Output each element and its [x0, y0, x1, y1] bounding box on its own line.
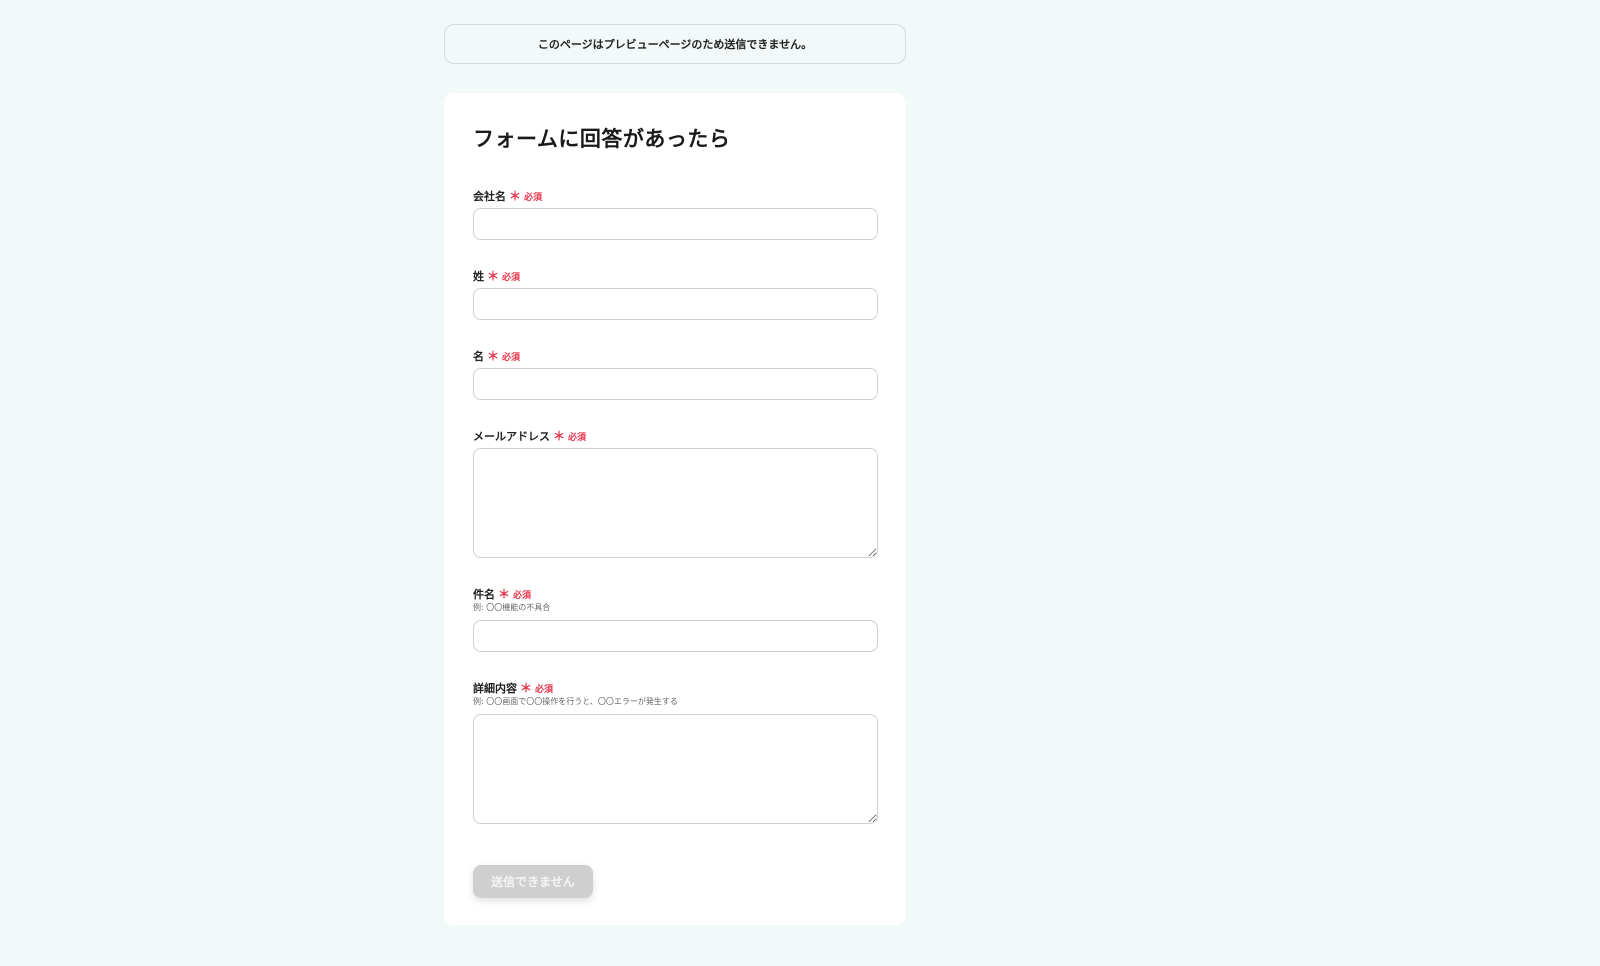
required-badge: 必須 — [513, 591, 532, 601]
preview-notice-banner: このページはプレビューページのため送信できません。 — [444, 24, 906, 64]
last-name-input[interactable] — [473, 288, 878, 320]
field-label: メールアドレス — [473, 430, 550, 443]
field-company-name: 会社名 ＊ 必須 — [473, 189, 878, 240]
required-badge: 必須 — [524, 193, 543, 203]
required-asterisk-icon: ＊ — [498, 587, 511, 601]
field-label: 姓 — [473, 270, 484, 283]
field-subject: 件名 ＊ 必須 例: 〇〇機能の不具合 — [473, 587, 878, 652]
required-badge: 必須 — [502, 273, 521, 283]
company-name-input[interactable] — [473, 208, 878, 240]
field-label-row: 件名 ＊ 必須 — [473, 587, 878, 601]
form-card: フォームに回答があったら 会社名 ＊ 必須 姓 ＊ 必須 名 ＊ 必須 メールア… — [444, 93, 906, 925]
required-asterisk-icon: ＊ — [520, 681, 533, 695]
field-label-row: 姓 ＊ 必須 — [473, 269, 878, 283]
field-label-row: 詳細内容 ＊ 必須 — [473, 681, 878, 695]
preview-notice-text: このページはプレビューページのため送信できません。 — [537, 38, 813, 51]
subject-input[interactable] — [473, 620, 878, 652]
field-label: 会社名 — [473, 190, 506, 203]
field-last-name: 姓 ＊ 必須 — [473, 269, 878, 320]
first-name-input[interactable] — [473, 368, 878, 400]
field-hint: 例: 〇〇画面で〇〇操作を行うと、〇〇エラーが発生する — [473, 697, 678, 706]
required-badge: 必須 — [502, 353, 521, 363]
required-badge: 必須 — [535, 685, 554, 695]
required-asterisk-icon: ＊ — [487, 349, 500, 363]
form-title: フォームに回答があったら — [473, 127, 731, 151]
field-email: メールアドレス ＊ 必須 — [473, 429, 878, 558]
field-label: 名 — [473, 350, 484, 363]
required-asterisk-icon: ＊ — [553, 429, 566, 443]
field-label: 詳細内容 — [473, 682, 517, 695]
field-label-row: 名 ＊ 必須 — [473, 349, 878, 363]
details-textarea[interactable] — [473, 714, 878, 824]
email-textarea[interactable] — [473, 448, 878, 558]
field-label-row: 会社名 ＊ 必須 — [473, 189, 878, 203]
required-asterisk-icon: ＊ — [487, 269, 500, 283]
required-badge: 必須 — [568, 433, 587, 443]
field-details: 詳細内容 ＊ 必須 例: 〇〇画面で〇〇操作を行うと、〇〇エラーが発生する — [473, 681, 878, 824]
submit-button[interactable]: 送信できません — [473, 865, 593, 898]
required-asterisk-icon: ＊ — [509, 189, 522, 203]
field-first-name: 名 ＊ 必須 — [473, 349, 878, 400]
field-hint: 例: 〇〇機能の不具合 — [473, 603, 551, 612]
field-label-row: メールアドレス ＊ 必須 — [473, 429, 878, 443]
field-label: 件名 — [473, 588, 495, 601]
